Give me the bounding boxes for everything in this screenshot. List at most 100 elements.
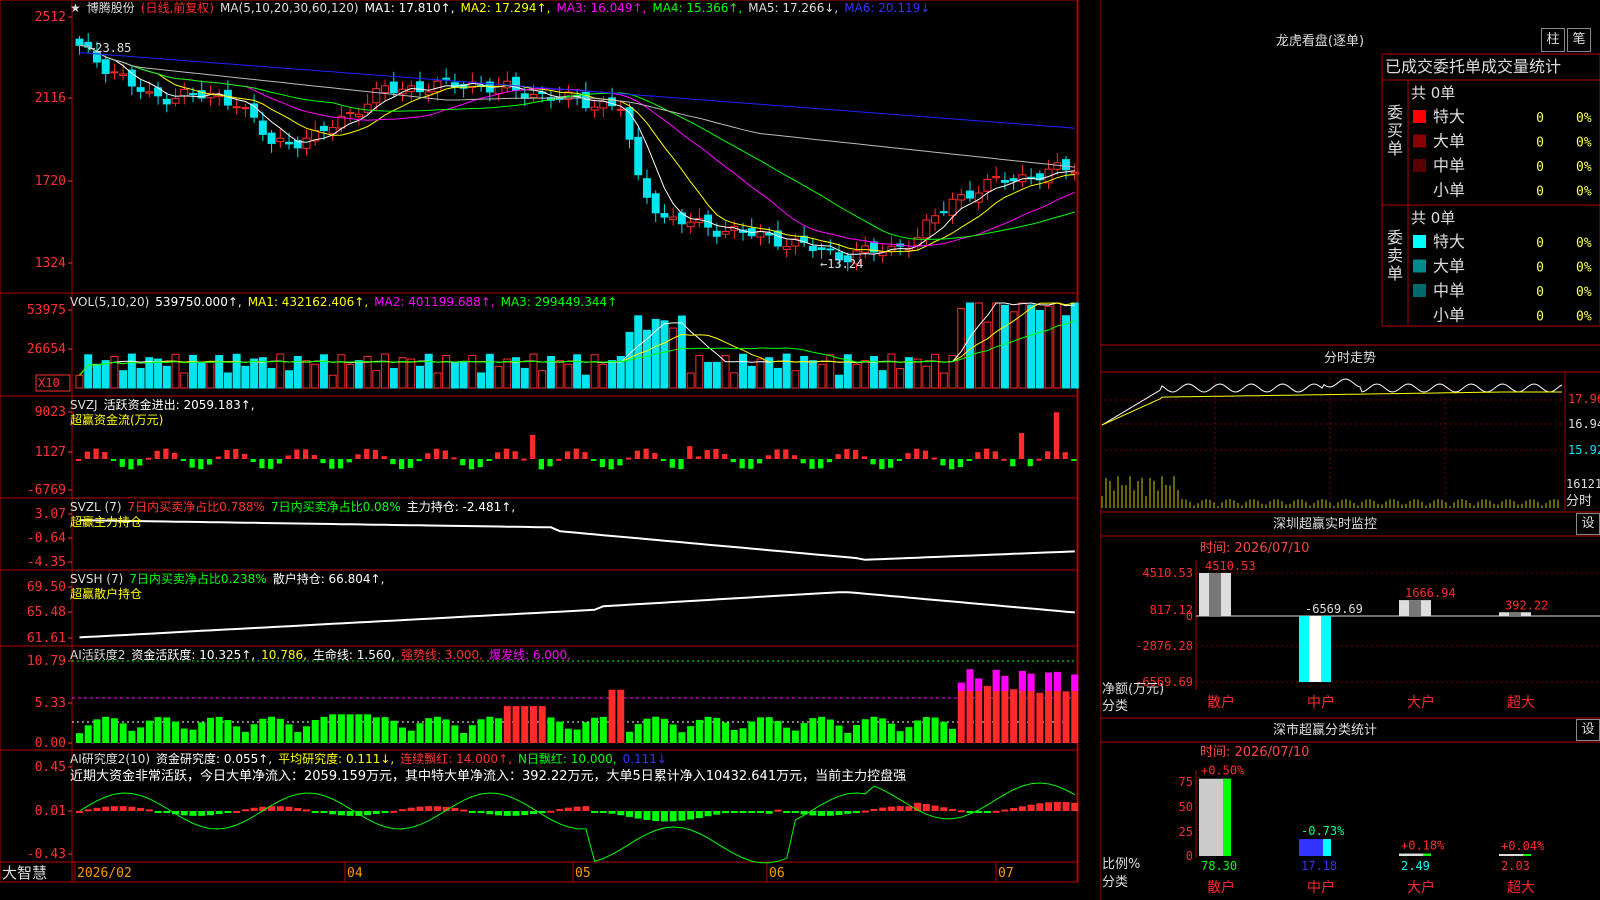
candle-body [983, 178, 992, 192]
research-bar [285, 806, 293, 811]
candle-body [616, 108, 625, 111]
fund-flow-bar [870, 459, 876, 465]
activity-bar [119, 723, 127, 743]
candle-body [381, 85, 390, 93]
pen-mode-button[interactable]: 笔 [1567, 28, 1591, 52]
volume-bar [573, 354, 582, 389]
volume-bar [590, 354, 599, 389]
volume-bar [520, 367, 529, 389]
research-bar [163, 811, 171, 813]
date-tick-label: 04 [347, 866, 363, 881]
volume-bar [1053, 302, 1062, 389]
sh-stats-settings-button[interactable]: 设 [1576, 719, 1600, 741]
buy-row-qty: 0 [1536, 185, 1544, 200]
candle-body [599, 101, 608, 109]
fund-flow-bar [93, 448, 99, 459]
sh-y-tick: 50 [1179, 800, 1193, 814]
buy-row-swatch [1413, 159, 1426, 172]
buy-row-qty: 0 [1536, 111, 1544, 126]
volume-bar [1018, 302, 1027, 389]
sh-stats-title: 深市超赢分类统计 [1273, 722, 1377, 738]
research-bar [1062, 802, 1070, 811]
candle-body [389, 81, 398, 94]
volume-bar [311, 363, 320, 389]
research-bar [337, 811, 345, 816]
research-bar [861, 810, 869, 813]
sh-change-label: +0.50% [1201, 764, 1245, 778]
volume-bar [162, 365, 171, 389]
research-bar [783, 811, 791, 813]
fund-flow-bar [949, 459, 955, 470]
activity-bar [722, 722, 730, 743]
fund-flow-bar [399, 459, 405, 470]
sz-category-label: 超大 [1507, 695, 1535, 711]
research-bar [390, 810, 398, 813]
activity-bar [748, 721, 756, 743]
volume-bar [861, 360, 870, 389]
research-bar [381, 811, 389, 813]
candle-body [686, 221, 695, 228]
sh-category-label: 中户 [1307, 879, 1335, 896]
activity-bar [626, 731, 634, 743]
activity-peak [1053, 671, 1061, 691]
fund-flow-bar [756, 459, 763, 464]
research-bar [1010, 808, 1018, 811]
sell-row-pct: 0% [1576, 310, 1592, 325]
fund-flow-bar [582, 452, 588, 459]
research-bar [730, 811, 738, 813]
sz-category-label: 中户 [1307, 694, 1335, 711]
fund-flow-bar [355, 454, 361, 459]
fund-flow-bar [521, 458, 527, 461]
research-bar [887, 806, 895, 811]
activity-bar [302, 726, 310, 743]
research-bar [180, 811, 188, 816]
candle-body [712, 230, 721, 237]
activity-bar [756, 717, 764, 743]
bar-mode-button[interactable]: 柱 [1541, 28, 1565, 52]
research-bar [468, 811, 476, 813]
volume-bar [704, 361, 713, 389]
activity-bar [468, 725, 476, 743]
sz-bar-core [1309, 616, 1321, 682]
svzj-panel: SVZJ 活跃资金进出: 2059.183↑,超赢资金流(万元) [70, 397, 1077, 470]
research-bar [617, 811, 625, 816]
volume-bar [485, 353, 494, 389]
fund-flow-bar [809, 459, 815, 469]
sz-ylabel: 净额(万元) [1102, 682, 1164, 697]
activity-bar [320, 716, 328, 743]
sh-bar-accent [1223, 778, 1231, 856]
fund-flow-bar [1027, 459, 1033, 467]
sh-ylabel: 比例% [1102, 857, 1140, 872]
candle-body [948, 198, 957, 216]
research-bar [76, 811, 83, 813]
volume-bar [346, 363, 355, 389]
activity-bar [538, 706, 546, 743]
high-price-label: ←23.85 [88, 41, 131, 55]
fund-flow-bar [137, 459, 143, 466]
sz-monitor-settings-button[interactable]: 设 [1576, 513, 1600, 535]
sell-row-qty: 0 [1536, 236, 1544, 251]
volume-bar [966, 302, 974, 389]
candle-body [363, 103, 372, 113]
volume-bar [747, 365, 756, 389]
sh-category-label: 散户 [1207, 879, 1235, 896]
sell-row-qty: 0 [1536, 261, 1544, 276]
fund-flow-bar [329, 459, 335, 469]
candle-body [75, 38, 84, 46]
fund-flow-bar [669, 459, 675, 468]
sell-side-label: 卖 [1387, 246, 1403, 265]
activity-bar [346, 714, 354, 743]
buy-row-pct: 0% [1576, 111, 1592, 126]
volume-bar [127, 353, 136, 389]
fund-flow-bar [512, 451, 518, 459]
volume-bar [267, 367, 276, 389]
sh-stats-time: 时间: 2026/07/10 [1200, 745, 1309, 760]
research-bar [818, 811, 826, 816]
svzl-panel: SVZL (7) 7日内买卖净占比0.788% 7日内买卖净占比0.08% 主力持仓:… [70, 499, 1075, 561]
research-bar [364, 811, 372, 816]
volume-bar [372, 370, 381, 389]
research-bar [294, 807, 302, 811]
volume-bar [302, 360, 311, 389]
kline-chart-area[interactable]: 2512 2116 1720 1324 53975 26654 X10 9023 1127 -67… [0, 0, 1100, 900]
fund-flow-bar [905, 453, 911, 459]
